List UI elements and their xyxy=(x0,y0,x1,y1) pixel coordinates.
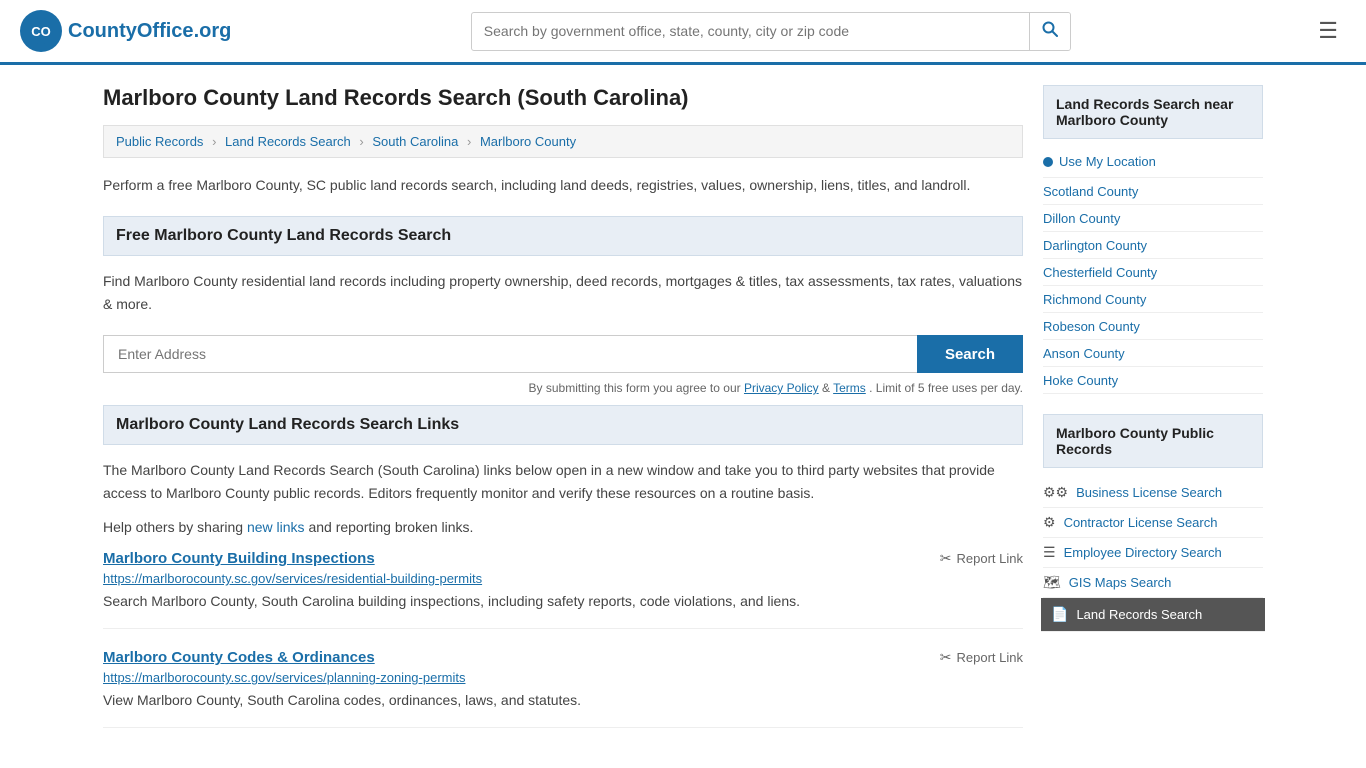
link-item-1: Marlboro County Codes & Ordinances ✂ Rep… xyxy=(103,649,1023,728)
privacy-policy-link[interactable]: Privacy Policy xyxy=(744,381,819,395)
report-icon-1: ✂ xyxy=(940,649,952,666)
use-location[interactable]: Use My Location xyxy=(1043,149,1263,178)
list-item: Scotland County xyxy=(1043,178,1263,205)
employee-directory-link[interactable]: Employee Directory Search xyxy=(1064,545,1222,560)
chesterfield-county-link[interactable]: Chesterfield County xyxy=(1043,265,1157,280)
breadcrumb-land-records-search[interactable]: Land Records Search xyxy=(225,134,351,149)
scotland-county-link[interactable]: Scotland County xyxy=(1043,184,1138,199)
main-content: Marlboro County Land Records Search (Sou… xyxy=(103,85,1023,748)
richmond-county-link[interactable]: Richmond County xyxy=(1043,292,1146,307)
breadcrumb-public-records[interactable]: Public Records xyxy=(116,134,203,149)
breadcrumb-marlboro-county[interactable]: Marlboro County xyxy=(480,134,576,149)
darlington-county-link[interactable]: Darlington County xyxy=(1043,238,1147,253)
link-item-0: Marlboro County Building Inspections ✂ R… xyxy=(103,550,1023,629)
form-notice: By submitting this form you agree to our… xyxy=(103,381,1023,395)
free-search-header: Free Marlboro County Land Records Search xyxy=(103,216,1023,256)
page-description: Perform a free Marlboro County, SC publi… xyxy=(103,174,1023,196)
list-item: Dillon County xyxy=(1043,205,1263,232)
nearby-counties-section: Land Records Search near Marlboro County… xyxy=(1043,85,1263,394)
dillon-county-link[interactable]: Dillon County xyxy=(1043,211,1120,226)
use-my-location-link[interactable]: Use My Location xyxy=(1059,154,1156,169)
public-records-header: Marlboro County Public Records xyxy=(1043,414,1263,468)
free-search-desc: Find Marlboro County residential land re… xyxy=(103,270,1023,315)
link-title-1[interactable]: Marlboro County Codes & Ordinances xyxy=(103,649,375,666)
link-desc-1: View Marlboro County, South Carolina cod… xyxy=(103,690,1023,711)
header-search-button[interactable] xyxy=(1029,13,1070,50)
business-license-link[interactable]: Business License Search xyxy=(1076,485,1222,500)
logo[interactable]: CO CountyOffice.org xyxy=(20,10,231,52)
public-records-section: Marlboro County Public Records ⚙⚙ Busine… xyxy=(1043,414,1263,632)
contractor-license-link[interactable]: Contractor License Search xyxy=(1064,515,1218,530)
header-menu-button[interactable]: ☰ xyxy=(1310,14,1346,48)
link-url-0[interactable]: https://marlborocounty.sc.gov/services/r… xyxy=(103,571,1023,586)
link-desc-0: Search Marlboro County, South Carolina b… xyxy=(103,591,1023,612)
list-item: Hoke County xyxy=(1043,367,1263,394)
address-input[interactable] xyxy=(103,335,917,373)
logo-text: CountyOffice.org xyxy=(68,20,231,43)
header-search-bar[interactable] xyxy=(471,12,1071,51)
help-text: Help others by sharing new links and rep… xyxy=(103,516,1023,538)
breadcrumb-south-carolina[interactable]: South Carolina xyxy=(372,134,458,149)
list-item: Darlington County xyxy=(1043,232,1263,259)
links-description: The Marlboro County Land Records Search … xyxy=(103,459,1023,504)
report-icon-0: ✂ xyxy=(940,550,952,567)
link-url-1[interactable]: https://marlborocounty.sc.gov/services/p… xyxy=(103,670,1023,685)
directory-icon: ☰ xyxy=(1043,544,1056,561)
address-search-row: Search xyxy=(103,335,1023,373)
land-records-icon: 📄 xyxy=(1051,606,1068,623)
gis-maps-item[interactable]: 🗺 GIS Maps Search xyxy=(1043,568,1263,598)
list-item: Robeson County xyxy=(1043,313,1263,340)
links-section-header: Marlboro County Land Records Search Link… xyxy=(103,405,1023,445)
svg-text:CO: CO xyxy=(31,24,51,39)
logo-icon: CO xyxy=(20,10,62,52)
address-search-area: Search By submitting this form you agree… xyxy=(103,335,1023,395)
report-link-1[interactable]: ✂ Report Link xyxy=(940,649,1023,666)
land-records-item[interactable]: 📄 Land Records Search xyxy=(1041,598,1265,632)
gear-icon: ⚙⚙ xyxy=(1043,484,1068,501)
map-icon: 🗺 xyxy=(1043,574,1061,591)
new-links-link[interactable]: new links xyxy=(247,519,305,535)
gis-maps-link[interactable]: GIS Maps Search xyxy=(1069,575,1172,590)
sidebar: Land Records Search near Marlboro County… xyxy=(1043,85,1263,748)
location-dot-icon xyxy=(1043,157,1053,167)
nearby-header: Land Records Search near Marlboro County xyxy=(1043,85,1263,139)
land-records-link[interactable]: Land Records Search xyxy=(1076,607,1202,622)
hoke-county-link[interactable]: Hoke County xyxy=(1043,373,1118,388)
list-item: Chesterfield County xyxy=(1043,259,1263,286)
anson-county-link[interactable]: Anson County xyxy=(1043,346,1125,361)
page-title: Marlboro County Land Records Search (Sou… xyxy=(103,85,1023,111)
list-item: Anson County xyxy=(1043,340,1263,367)
breadcrumb: Public Records › Land Records Search › S… xyxy=(103,125,1023,158)
terms-link[interactable]: Terms xyxy=(833,381,866,395)
link-title-0[interactable]: Marlboro County Building Inspections xyxy=(103,550,375,567)
search-button[interactable]: Search xyxy=(917,335,1023,373)
header-search-input[interactable] xyxy=(472,15,1029,47)
list-item: Richmond County xyxy=(1043,286,1263,313)
robeson-county-link[interactable]: Robeson County xyxy=(1043,319,1140,334)
contractor-license-item[interactable]: ⚙ Contractor License Search xyxy=(1043,508,1263,538)
report-link-0[interactable]: ✂ Report Link xyxy=(940,550,1023,567)
employee-directory-item[interactable]: ☰ Employee Directory Search xyxy=(1043,538,1263,568)
nearby-county-list: Scotland County Dillon County Darlington… xyxy=(1043,178,1263,394)
gear-icon: ⚙ xyxy=(1043,514,1056,531)
business-license-item[interactable]: ⚙⚙ Business License Search xyxy=(1043,478,1263,508)
